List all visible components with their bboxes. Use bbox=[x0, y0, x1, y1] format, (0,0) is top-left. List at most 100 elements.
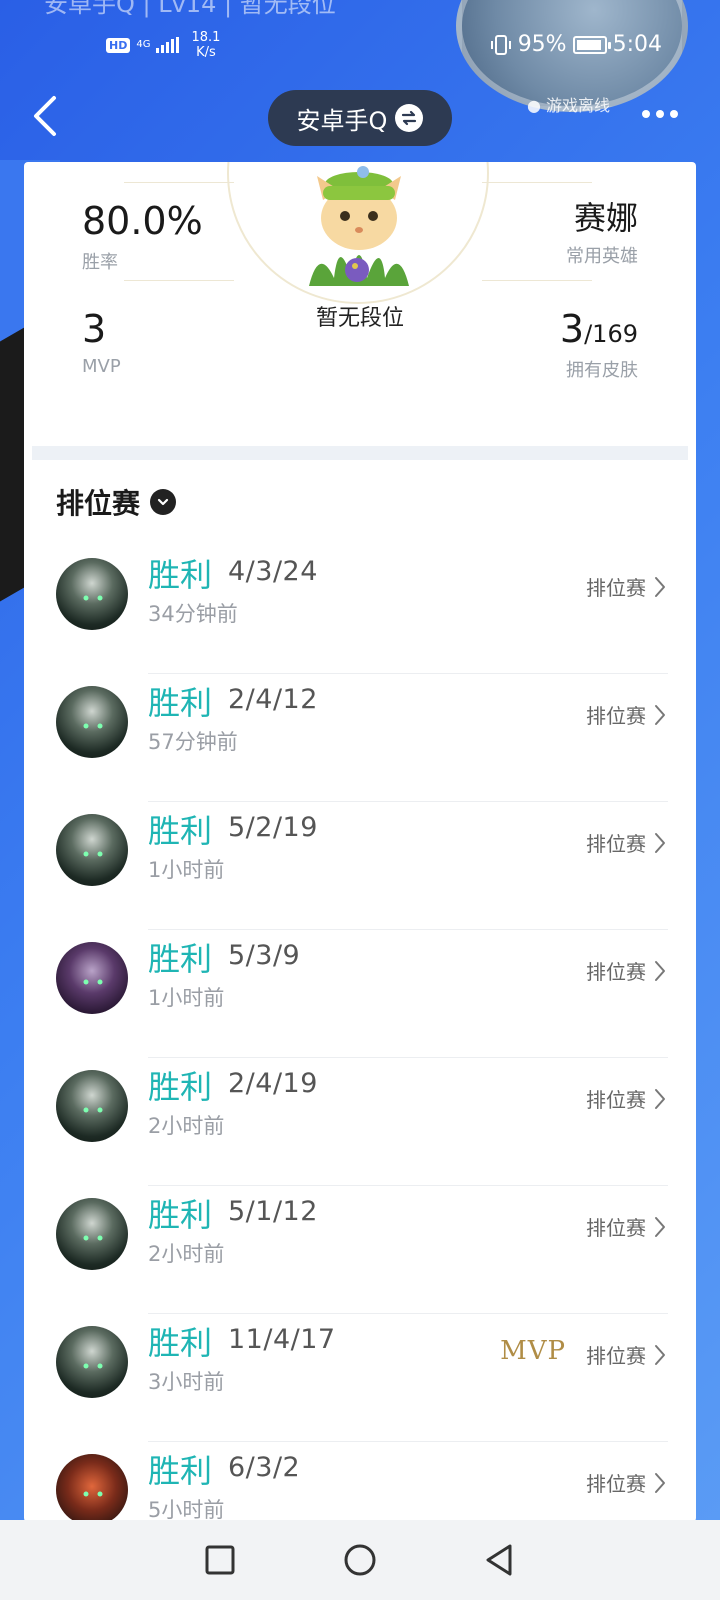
match-mode: 排位赛 bbox=[586, 700, 666, 729]
match-mode-label: 排位赛 bbox=[586, 1216, 646, 1240]
chevron-left-icon bbox=[34, 96, 56, 136]
match-kda: 4/3/24 bbox=[228, 556, 318, 587]
chevron-down-icon bbox=[150, 489, 177, 515]
section-title: 排位赛 bbox=[56, 487, 141, 520]
match-mode: 排位赛 bbox=[586, 1212, 666, 1241]
hero-avatar bbox=[56, 1070, 128, 1142]
recent-apps-button[interactable] bbox=[202, 1542, 238, 1578]
more-options-button[interactable] bbox=[642, 110, 678, 118]
match-mode: 排位赛 bbox=[586, 572, 666, 601]
mvp-stat: 3 MVP bbox=[82, 310, 121, 377]
chevron-right-icon bbox=[655, 576, 665, 597]
match-time: 1小时前 bbox=[148, 986, 225, 1010]
match-row[interactable]: 胜利 5/3/9 1小时前 排位赛 bbox=[24, 930, 696, 1058]
hd-icon: HD bbox=[106, 37, 131, 53]
home-button[interactable] bbox=[342, 1542, 378, 1578]
match-kda: 6/3/2 bbox=[228, 1452, 301, 1483]
skins-stat[interactable]: 3/169 拥有皮肤 bbox=[560, 310, 638, 382]
win-rate-value: 80.0% bbox=[82, 199, 203, 243]
decor-line bbox=[482, 182, 592, 183]
match-mode-label: 排位赛 bbox=[586, 1472, 646, 1496]
back-nav-button[interactable] bbox=[482, 1542, 518, 1578]
status-bar-left: HD 4G 18.1 K/s bbox=[106, 30, 220, 60]
match-time: 34分钟前 bbox=[148, 602, 238, 626]
match-mode-label: 排位赛 bbox=[586, 960, 646, 984]
match-result: 胜利 bbox=[148, 684, 213, 722]
network-type: 4G bbox=[136, 39, 151, 50]
match-row[interactable]: 胜利 4/3/24 34分钟前 排位赛 bbox=[24, 546, 696, 674]
match-row[interactable]: 胜利 2/4/19 2小时前 排位赛 bbox=[24, 1058, 696, 1186]
match-time: 3小时前 bbox=[148, 1370, 225, 1394]
chevron-right-icon bbox=[655, 1344, 665, 1365]
account-title: 安卓手Q bbox=[296, 106, 388, 135]
chevron-right-icon bbox=[655, 1472, 665, 1493]
vibrate-icon bbox=[490, 34, 511, 55]
match-mode-label: 排位赛 bbox=[586, 1088, 646, 1112]
section-divider bbox=[32, 446, 688, 460]
match-kda: 5/2/19 bbox=[228, 812, 318, 843]
match-time: 1小时前 bbox=[148, 858, 225, 882]
match-time: 5小时前 bbox=[148, 1498, 225, 1522]
mvp-value: 3 bbox=[82, 307, 107, 351]
decor-line bbox=[482, 280, 592, 281]
match-result: 胜利 bbox=[148, 1196, 213, 1234]
status-bar-right: 95% 5:04 bbox=[490, 32, 662, 57]
signal-icon bbox=[156, 37, 180, 53]
chevron-right-icon bbox=[655, 704, 665, 725]
chevron-right-icon bbox=[655, 832, 665, 853]
swap-icon bbox=[395, 104, 424, 132]
hero-avatar bbox=[56, 814, 128, 886]
match-time: 57分钟前 bbox=[148, 730, 238, 754]
hero-avatar bbox=[56, 1198, 128, 1270]
match-row[interactable]: 胜利 11/4/17 3小时前 MVP 排位赛 bbox=[24, 1314, 696, 1442]
match-row[interactable]: 胜利 5/1/12 2小时前 排位赛 bbox=[24, 1186, 696, 1314]
skins-value: 3/169 bbox=[559, 307, 638, 351]
match-result: 胜利 bbox=[148, 940, 213, 978]
match-mode: 排位赛 bbox=[586, 956, 666, 985]
match-mode: 排位赛 bbox=[586, 1084, 666, 1113]
match-list: 胜利 4/3/24 34分钟前 排位赛 胜利 2/4/12 57分钟前 排位赛 bbox=[24, 546, 696, 1522]
match-result: 胜利 bbox=[148, 1068, 213, 1106]
more-dots-icon bbox=[642, 110, 650, 118]
decor-line bbox=[124, 280, 234, 281]
rank-mascot-icon bbox=[309, 166, 409, 286]
match-row[interactable]: 胜利 2/4/12 57分钟前 排位赛 bbox=[24, 674, 696, 802]
decor-line bbox=[124, 182, 234, 183]
online-status: ● 游戏离线 bbox=[526, 96, 610, 115]
favorite-hero-stat[interactable]: 赛娜 常用英雄 bbox=[566, 202, 638, 268]
account-switcher[interactable]: 安卓手Q bbox=[268, 90, 452, 146]
match-kda: 5/3/9 bbox=[228, 940, 301, 971]
match-type-selector[interactable]: 排位赛 bbox=[56, 482, 177, 522]
chevron-right-icon bbox=[655, 1216, 665, 1237]
network-speed: 18.1 K/s bbox=[191, 30, 221, 60]
header-ghost-title: 安卓手Q | Lv14 | 暂无段位 bbox=[44, 0, 336, 18]
match-mode-label: 排位赛 bbox=[586, 832, 646, 856]
battery-percent: 95% bbox=[517, 32, 567, 57]
system-nav-bar bbox=[0, 1520, 720, 1600]
favorite-hero-value: 赛娜 bbox=[573, 199, 638, 237]
match-kda: 2/4/12 bbox=[228, 684, 318, 715]
back-button[interactable] bbox=[28, 94, 64, 138]
match-row[interactable]: 胜利 5/2/19 1小时前 排位赛 bbox=[24, 802, 696, 930]
mvp-label: MVP bbox=[82, 356, 121, 377]
profile-card: 暂无段位 80.0% 胜率 3 MVP 赛娜 常用英雄 3/169 拥有皮肤 排… bbox=[24, 162, 696, 1522]
hero-avatar bbox=[56, 1326, 128, 1398]
match-time: 2小时前 bbox=[148, 1242, 225, 1266]
hero-avatar bbox=[56, 1454, 128, 1522]
match-mode-label: 排位赛 bbox=[586, 576, 646, 600]
match-mode: 排位赛 bbox=[586, 1340, 666, 1369]
match-result: 胜利 bbox=[148, 1324, 213, 1362]
match-time: 2小时前 bbox=[148, 1114, 225, 1138]
skins-label: 拥有皮肤 bbox=[566, 360, 638, 381]
match-mode-label: 排位赛 bbox=[586, 704, 646, 728]
match-row[interactable]: 胜利 6/3/2 5小时前 排位赛 bbox=[24, 1442, 696, 1522]
chevron-right-icon bbox=[655, 1088, 665, 1109]
favorite-hero-label: 常用英雄 bbox=[566, 246, 638, 267]
match-mode-label: 排位赛 bbox=[586, 1344, 646, 1368]
mvp-badge: MVP bbox=[500, 1336, 566, 1366]
clock: 5:04 bbox=[612, 32, 662, 57]
match-kda: 5/1/12 bbox=[228, 1196, 318, 1227]
match-mode: 排位赛 bbox=[586, 1468, 666, 1497]
battery-icon bbox=[572, 35, 611, 54]
hero-avatar bbox=[56, 942, 128, 1014]
